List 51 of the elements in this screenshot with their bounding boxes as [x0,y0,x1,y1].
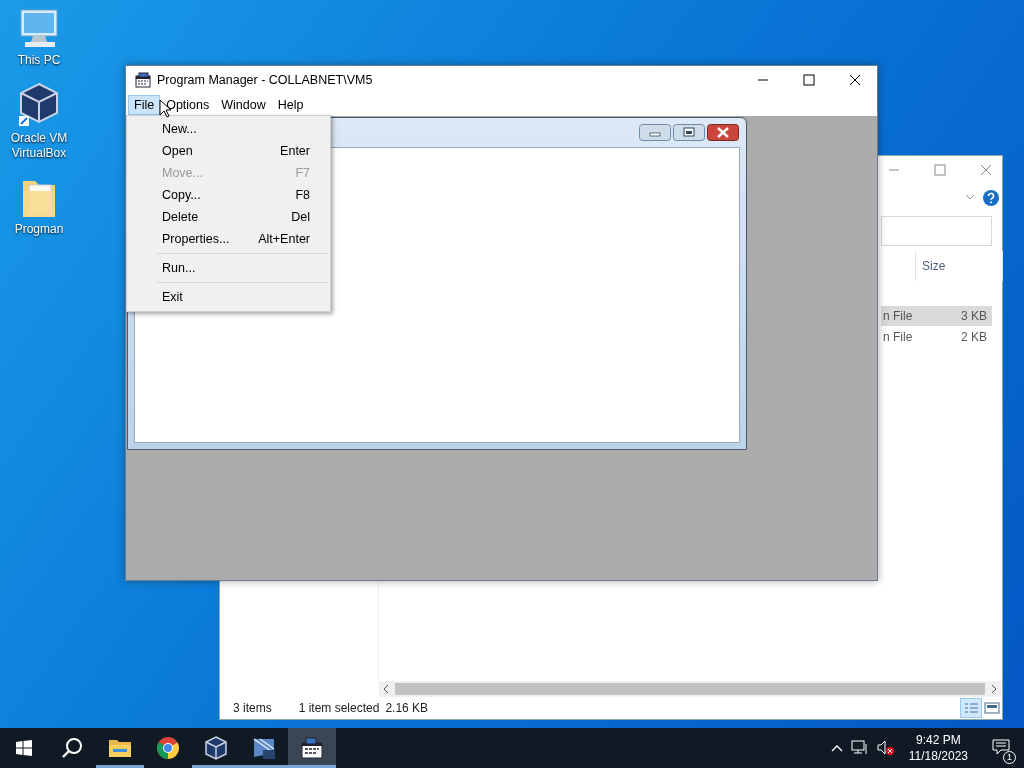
menu-item[interactable]: Help [271,95,310,115]
horizontal-scrollbar[interactable] [379,681,1001,697]
chevron-up-icon[interactable] [830,744,843,752]
address-field[interactable] [881,216,992,246]
close-icon[interactable] [849,74,861,86]
menu-entry[interactable]: New... [127,118,330,140]
chevron-down-icon[interactable] [965,194,975,200]
menu-entry[interactable]: Run... [127,257,330,279]
scroll-right-icon[interactable] [991,685,997,693]
file-size-cell: 2 KB [961,330,987,344]
menu-entry[interactable]: Properties... Alt+Enter [127,228,330,250]
menu-entry[interactable]: Exit [127,286,330,308]
search-icon[interactable] [61,737,83,759]
column-header[interactable]: Size [915,251,1003,281]
window-title: Program Manager - COLLABNET\VM5 [157,73,373,87]
maximize-icon[interactable] [803,74,815,86]
chrome-icon [156,736,180,760]
cube-icon[interactable] [17,82,61,128]
scrollbar-thumb[interactable] [395,683,985,695]
help-icon[interactable] [983,190,999,206]
menu-item[interactable]: File [128,95,161,115]
notification-icon[interactable] [992,738,1010,755]
file-size-cell: 3 KB [961,309,987,323]
file-row[interactable]: n File 2 KB [881,327,992,347]
file-type-cell-text: n File [882,330,913,344]
clock-time[interactable]: 9:42 PM [916,732,961,748]
restore-button-icon[interactable] [673,124,705,141]
status-item-count: 3 items [233,701,272,715]
menu-entry[interactable]: Copy... F8 [127,184,330,206]
clock-date[interactable]: 11/18/2023 [908,748,968,764]
volume-muted-icon[interactable] [876,740,895,756]
screen-icon [252,736,276,760]
taskbar-button[interactable] [288,728,336,768]
computer-icon[interactable] [17,8,61,50]
scroll-left-icon[interactable] [383,685,389,693]
app-icon [301,737,323,759]
app-icon [135,72,151,88]
cube-icon [205,736,227,760]
thumbnails-view-icon[interactable] [984,701,1000,715]
start-icon[interactable] [16,740,32,756]
menu-entry[interactable]: Delete Del [127,206,330,228]
status-size: 2.16 KB [385,701,429,715]
folder-icon [108,738,132,758]
close-button-icon[interactable] [707,124,739,141]
notification-count: 1 [1003,750,1016,764]
file-row[interactable]: n File 3 KB [881,306,992,326]
menu-entry[interactable]: Open Enter [127,140,330,162]
network-icon[interactable] [850,740,869,756]
menu-item[interactable]: Window [215,95,272,115]
file-type-cell-text: n File [882,309,913,323]
status-selection: 1 item selected [298,701,380,715]
